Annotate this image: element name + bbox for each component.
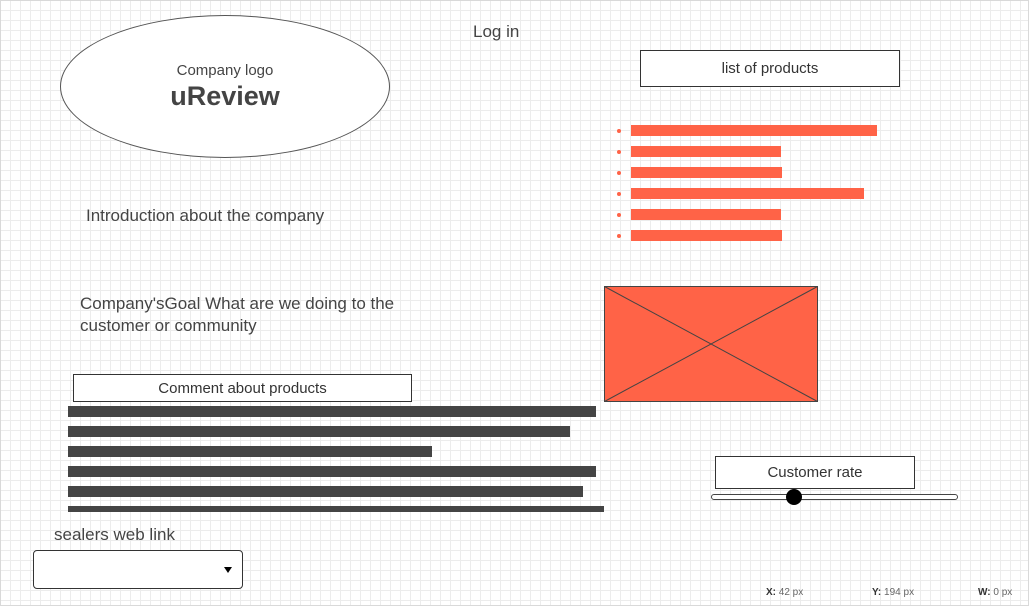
login-link[interactable]: Log in	[473, 22, 519, 42]
image-placeholder-icon	[604, 286, 818, 402]
sellers-link-dropdown[interactable]	[33, 550, 243, 589]
status-y: Y: 194 px	[872, 587, 915, 598]
bullet-icon	[617, 171, 621, 175]
bullet-icon	[617, 129, 621, 133]
product-line	[631, 209, 781, 220]
logo-subtitle: Company logo	[176, 61, 274, 79]
products-list-label: list of products	[640, 50, 900, 87]
logo-name: uReview	[170, 80, 280, 111]
company-goal: Company'sGoal What are we doing to the c…	[80, 294, 395, 335]
status-x: X: 42 px	[766, 587, 804, 598]
comment-line	[68, 466, 596, 477]
comment-line	[68, 486, 583, 497]
product-line	[631, 167, 782, 178]
sellers-link-label: sealers web link	[54, 525, 175, 544]
comment-line	[68, 506, 604, 512]
rating-slider[interactable]	[711, 494, 958, 500]
comment-line	[68, 426, 570, 437]
comment-line	[68, 446, 432, 457]
rating-slider-thumb[interactable]	[786, 489, 802, 505]
customer-rate-label: Customer rate	[715, 456, 915, 489]
bullet-icon	[617, 192, 621, 196]
status-w: W: 0 px	[978, 587, 1013, 598]
bullet-icon	[617, 150, 621, 154]
product-line	[631, 188, 864, 199]
comments-label: Comment about products	[73, 374, 412, 402]
company-introduction: Introduction about the company	[86, 206, 325, 225]
company-logo: Company logo uReview	[60, 15, 390, 158]
comment-line	[68, 406, 596, 417]
product-line	[631, 125, 877, 136]
bullet-icon	[617, 213, 621, 217]
product-line	[631, 146, 781, 157]
bullet-icon	[617, 234, 621, 238]
product-line	[631, 230, 782, 241]
chevron-down-icon	[224, 567, 232, 573]
